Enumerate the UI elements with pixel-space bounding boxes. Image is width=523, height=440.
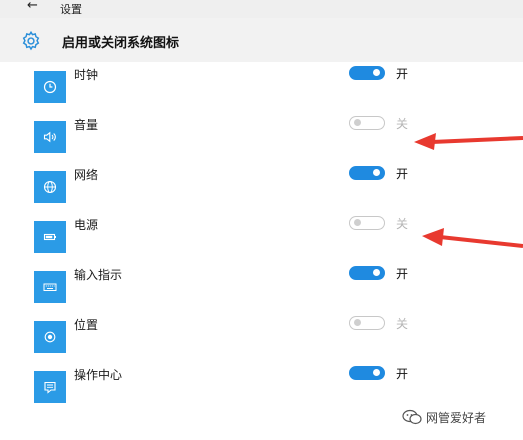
toggle-knob <box>373 169 380 176</box>
item-label: 时钟 <box>74 68 99 82</box>
watermark-text: 网管爱好者 <box>426 410 487 425</box>
keyboard-icon <box>43 283 57 291</box>
item-label: 操作中心 <box>74 368 123 382</box>
toggle-knob <box>354 219 361 226</box>
page-header: 启用或关闭系统图标 <box>0 18 523 62</box>
volume-toggle[interactable] <box>349 116 385 130</box>
item-label: 音量 <box>74 118 99 132</box>
toggle-knob <box>354 319 361 326</box>
clock-tile <box>34 71 66 103</box>
wechat-icon <box>402 409 422 425</box>
annotation-arrow-volume <box>414 133 523 150</box>
input-indicator-toggle[interactable] <box>349 266 385 280</box>
network-toggle[interactable] <box>349 166 385 180</box>
item-label: 网络 <box>74 168 99 182</box>
item-label: 电源 <box>74 218 99 232</box>
window-title: 设置 <box>60 3 82 16</box>
toggle-state: 开 <box>396 367 409 381</box>
input-indicator-tile <box>34 271 66 303</box>
clock-toggle[interactable] <box>349 66 385 80</box>
item-label: 位置 <box>74 318 99 332</box>
location-tile <box>34 321 66 353</box>
gear-icon <box>22 30 40 51</box>
page-title: 启用或关闭系统图标 <box>62 36 180 51</box>
location-icon <box>44 331 56 343</box>
toggle-state: 关 <box>396 317 409 331</box>
toggle-knob <box>373 69 380 76</box>
action-center-toggle[interactable] <box>349 366 385 380</box>
toggle-knob <box>354 119 361 126</box>
battery-icon <box>43 233 56 241</box>
clock-icon <box>43 80 57 94</box>
back-arrow-icon[interactable]: ← <box>27 0 38 13</box>
annotation-arrow-power <box>422 228 523 248</box>
globe-icon <box>43 180 57 194</box>
speaker-icon <box>43 131 56 143</box>
network-tile <box>34 171 66 203</box>
volume-tile <box>34 121 66 153</box>
toggle-state: 关 <box>396 117 409 131</box>
action-center-tile <box>34 371 66 403</box>
item-label: 输入指示 <box>74 268 123 282</box>
toggle-state: 开 <box>396 267 409 281</box>
list-item-input-indicator: 输入指示 开 <box>12 262 523 312</box>
title-bar: ← 设置 <box>0 0 523 18</box>
power-tile <box>34 221 66 253</box>
list-item-network: 网络 开 <box>12 162 523 212</box>
power-toggle[interactable] <box>349 216 385 230</box>
toggle-knob <box>373 369 380 376</box>
list-item-location: 位置 关 <box>12 312 523 362</box>
list-item-clock: 时钟 开 <box>12 62 523 112</box>
toggle-state: 开 <box>396 67 409 81</box>
watermark: 网管爱好者 <box>402 405 520 429</box>
toggle-state: 开 <box>396 167 409 181</box>
action-center-icon <box>44 381 56 394</box>
toggle-state: 关 <box>396 217 409 231</box>
toggle-knob <box>373 269 380 276</box>
location-toggle[interactable] <box>349 316 385 330</box>
